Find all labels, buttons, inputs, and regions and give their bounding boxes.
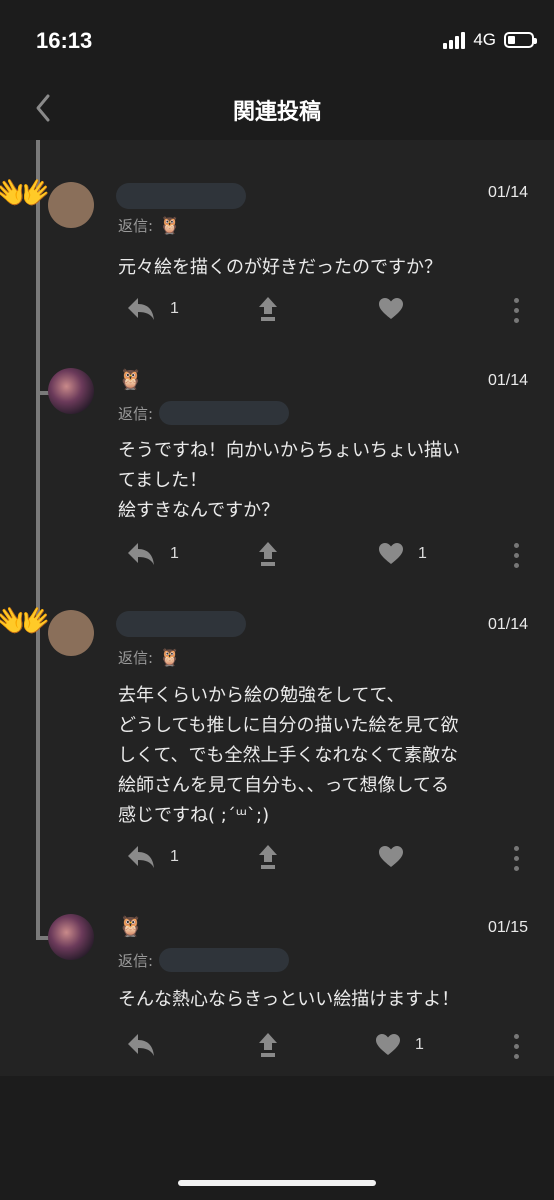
reply-icon bbox=[128, 543, 154, 565]
nav-bar: 関連投稿 bbox=[0, 82, 554, 140]
share-button[interactable] bbox=[257, 844, 279, 870]
reply-to: 返信: 🦉 bbox=[118, 215, 180, 236]
share-button[interactable] bbox=[257, 1032, 279, 1058]
avatar[interactable] bbox=[48, 182, 94, 228]
reply-count: 1 bbox=[170, 545, 179, 562]
reply-to: 返信: bbox=[118, 401, 290, 425]
like-button[interactable] bbox=[378, 297, 418, 321]
redacted-username[interactable] bbox=[116, 183, 246, 209]
redacted-reply-target[interactable] bbox=[159, 948, 290, 972]
redacted-username[interactable] bbox=[116, 611, 246, 637]
page-title: 関連投稿 bbox=[232, 100, 321, 125]
reply-label: 返信: bbox=[118, 951, 154, 970]
status-indicators: 4G bbox=[443, 30, 537, 50]
share-up-icon bbox=[259, 845, 277, 869]
network-type: 4G bbox=[473, 30, 496, 49]
avatar[interactable] bbox=[48, 610, 94, 656]
avatar[interactable] bbox=[48, 914, 94, 960]
share-up-icon bbox=[259, 297, 277, 321]
reply-label: 返信: bbox=[118, 649, 154, 667]
reply-count: 1 bbox=[170, 848, 179, 865]
reply-to: 返信: bbox=[118, 948, 290, 972]
like-button[interactable] bbox=[378, 845, 418, 869]
reply-label: 返信: bbox=[118, 217, 154, 235]
share-button[interactable] bbox=[257, 296, 279, 322]
post-text: 去年くらいから絵の勉強をしてて、 どうしても推しに自分の描いた絵を見て欲 しくて… bbox=[118, 685, 459, 826]
owl-icon[interactable]: 🦉 bbox=[159, 216, 180, 236]
post-date: 01/14 bbox=[487, 184, 528, 201]
heart-icon bbox=[379, 846, 403, 867]
post-actions: 1 bbox=[0, 296, 554, 326]
more-icon[interactable] bbox=[514, 1034, 520, 1059]
redacted-reply-target[interactable] bbox=[159, 401, 290, 425]
signal-icon bbox=[443, 31, 466, 49]
post-actions: 1 bbox=[0, 1032, 554, 1062]
like-button[interactable]: 1 bbox=[375, 1033, 424, 1057]
post-actions: 1 bbox=[0, 844, 554, 874]
status-bar: 16:13 4G bbox=[0, 0, 554, 82]
reply-button[interactable]: 1 bbox=[126, 541, 179, 567]
post-text: そんな熱心ならきっといい絵描けますよ！ bbox=[118, 989, 460, 1010]
like-count: 1 bbox=[415, 1036, 424, 1053]
post-text: 元々絵を描くのが好きだったのですか？ bbox=[118, 257, 442, 278]
reply-count: 1 bbox=[170, 300, 179, 317]
post-date: 01/14 bbox=[487, 616, 528, 633]
post-date: 01/14 bbox=[487, 372, 528, 389]
like-button[interactable]: 1 bbox=[378, 542, 427, 566]
more-icon[interactable] bbox=[514, 846, 520, 871]
reply-icon bbox=[128, 1034, 154, 1056]
thread-list[interactable]: 👐 01/14 返信: 🦉 元々絵を描くのが好きだったのですか？ 1 🦉 01/… bbox=[0, 140, 554, 1076]
post-actions: 1 1 bbox=[0, 541, 554, 571]
reply-icon bbox=[128, 846, 154, 868]
battery-icon bbox=[504, 32, 537, 48]
avatar[interactable] bbox=[48, 368, 94, 414]
status-time: 16:13 bbox=[36, 28, 93, 53]
home-indicator[interactable] bbox=[178, 1180, 376, 1186]
post-text: そうですね！向かいからちょいちょい描い てました！ 絵すきなんですか？ bbox=[118, 440, 460, 521]
reply-button[interactable]: 1 bbox=[126, 296, 179, 322]
owl-icon[interactable]: 🦉 bbox=[159, 648, 180, 668]
heart-icon bbox=[379, 543, 403, 564]
share-button[interactable] bbox=[257, 541, 279, 567]
owl-icon[interactable]: 🦉 bbox=[118, 367, 143, 391]
more-icon[interactable] bbox=[514, 298, 520, 323]
post-date: 01/15 bbox=[487, 919, 528, 936]
hands-emoji-overlay: 👐 bbox=[0, 596, 51, 647]
heart-icon bbox=[376, 1034, 400, 1055]
thread-line bbox=[36, 140, 40, 940]
reply-icon bbox=[128, 298, 154, 320]
more-icon[interactable] bbox=[514, 543, 520, 568]
heart-icon bbox=[379, 298, 403, 319]
hands-emoji-overlay: 👐 bbox=[0, 168, 51, 219]
share-up-icon bbox=[259, 542, 277, 566]
reply-button[interactable]: 1 bbox=[126, 844, 179, 870]
reply-label: 返信: bbox=[118, 404, 154, 423]
reply-button[interactable] bbox=[126, 1032, 170, 1058]
reply-to: 返信: 🦉 bbox=[118, 647, 180, 668]
owl-icon[interactable]: 🦉 bbox=[118, 914, 143, 938]
like-count: 1 bbox=[418, 545, 427, 562]
share-up-icon bbox=[259, 1033, 277, 1057]
